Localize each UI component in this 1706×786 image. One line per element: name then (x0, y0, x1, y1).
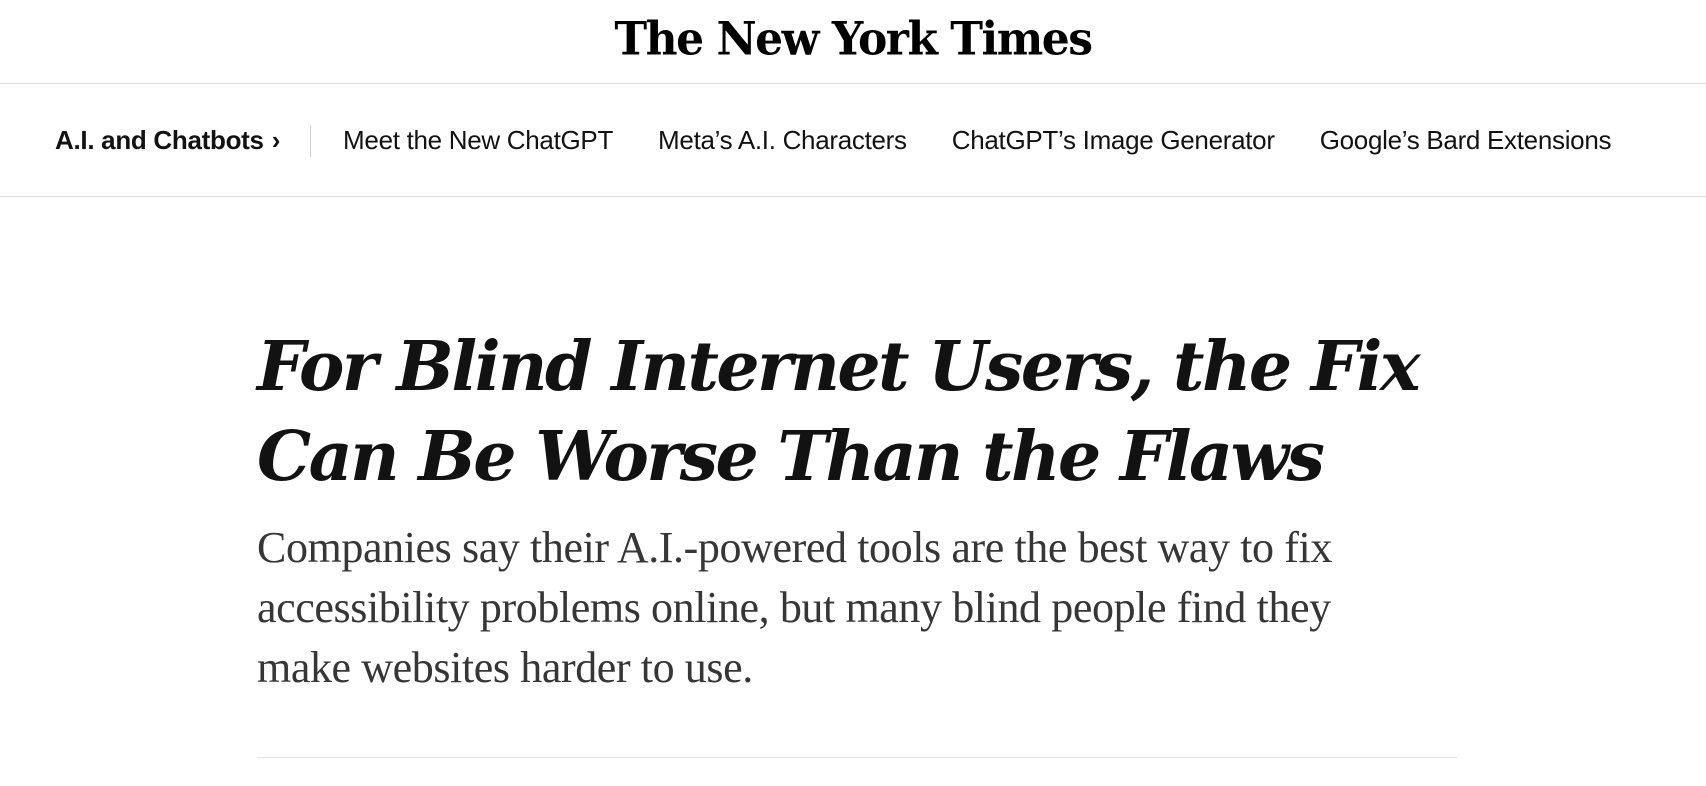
article-header: For Blind Internet Users, the Fix Can Be… (257, 322, 1457, 698)
subnav-link-chatgpt-image-generator[interactable]: ChatGPT’s Image Generator (952, 125, 1275, 156)
masthead: The New York Times (0, 0, 1706, 84)
nyt-logo[interactable]: The New York Times (614, 13, 1093, 67)
chevron-right-icon: › (271, 125, 281, 155)
article-summary: Companies say their A.I.-powered tools a… (257, 523, 1332, 692)
subnav-link-meta-ai-characters[interactable]: Meta’s A.I. Characters (658, 125, 907, 156)
topic-subnav: A.I. and Chatbots › Meet the New ChatGPT… (0, 85, 1706, 197)
subnav-section-link[interactable]: A.I. and Chatbots › (55, 125, 280, 156)
section-divider (257, 757, 1457, 758)
article-headline: For Blind Internet Users, the Fix Can Be… (257, 327, 1421, 497)
subnav-section-label: A.I. and Chatbots (55, 125, 264, 155)
subnav-link-google-bard-extensions[interactable]: Google’s Bard Extensions (1320, 125, 1612, 156)
subnav-divider (310, 124, 312, 157)
subnav-link-meet-new-chatgpt[interactable]: Meet the New ChatGPT (343, 125, 613, 156)
